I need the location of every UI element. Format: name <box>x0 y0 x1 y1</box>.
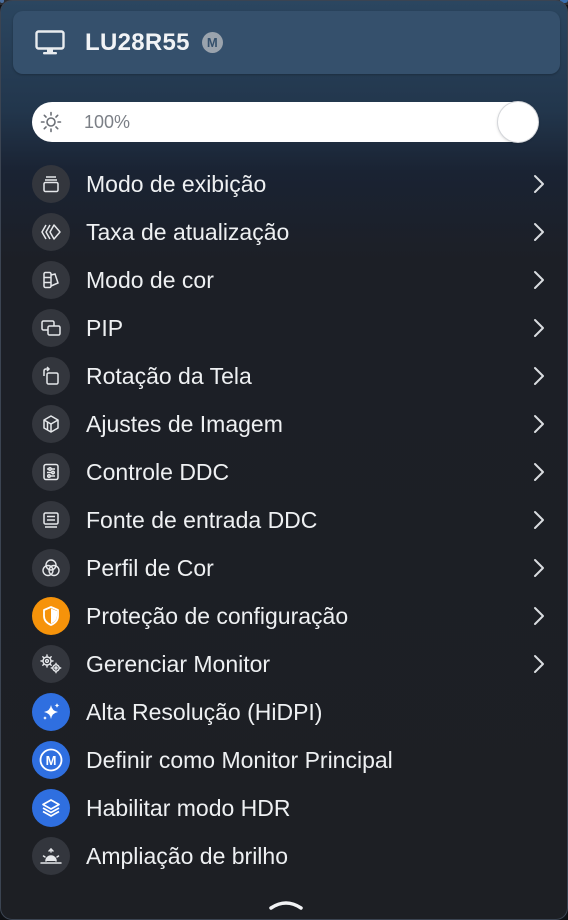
menu-item-label: Taxa de atualização <box>86 219 290 245</box>
chevron-right-icon <box>531 318 547 338</box>
pip-icon <box>32 309 70 347</box>
menu-item-ddc-control[interactable]: Controle DDC <box>1 448 567 496</box>
chevron-right-icon <box>531 366 547 386</box>
color-mode-icon <box>32 261 70 299</box>
chevron-right-icon <box>531 222 547 242</box>
menu-item-screen-rotation[interactable]: Rotação da Tela <box>1 352 567 400</box>
menu-item-pip[interactable]: PIP <box>1 304 567 352</box>
chevron-right-icon <box>531 510 547 530</box>
chevron-right-icon <box>531 414 547 434</box>
ddc-control-icon <box>32 453 70 491</box>
menu-item-set-main-monitor[interactable]: M Definir como Monitor Principal <box>1 736 567 784</box>
chevron-right-icon <box>531 654 547 674</box>
menu-item-brightness-boost[interactable]: Ampliação de brilho <box>1 832 567 880</box>
sparkle-icon <box>32 693 70 731</box>
monitor-icon <box>35 29 65 56</box>
menu-item-label: Ampliação de brilho <box>86 843 289 869</box>
menu-item-image-adjustments[interactable]: Ajustes de Imagem <box>1 400 567 448</box>
menu-item-label: Fonte de entrada DDC <box>86 507 318 533</box>
display-header[interactable]: LU28R55 M <box>13 11 560 74</box>
menu-item-label: Modo de exibição <box>86 171 267 197</box>
slider-knob[interactable] <box>498 102 538 142</box>
sunrise-icon <box>32 837 70 875</box>
menu-item-ddc-input-source[interactable]: Fonte de entrada DDC <box>1 496 567 544</box>
main-display-badge: M <box>201 32 223 53</box>
input-source-icon <box>32 501 70 539</box>
display-name: LU28R55 <box>85 28 190 56</box>
chevron-right-icon <box>531 462 547 482</box>
menu-item-label: Perfil de Cor <box>86 555 214 581</box>
main-monitor-icon: M <box>32 741 70 779</box>
menu-item-enable-hdr[interactable]: Habilitar modo HDR <box>1 784 567 832</box>
menu-item-hidpi[interactable]: Alta Resolução (HiDPI) <box>1 688 567 736</box>
menu-item-color-profile[interactable]: Perfil de Cor <box>1 544 567 592</box>
sun-icon <box>40 111 62 133</box>
layers-icon <box>32 789 70 827</box>
brightness-slider[interactable]: 100% <box>32 102 538 142</box>
chevron-right-icon <box>531 270 547 290</box>
menu-item-label: PIP <box>86 315 124 341</box>
chevron-right-icon <box>531 174 547 194</box>
menu-item-refresh-rate[interactable]: Taxa de atualização <box>1 208 567 256</box>
brightness-value: 100% <box>84 112 131 132</box>
menu-item-manage-monitor[interactable]: Gerenciar Monitor <box>1 640 567 688</box>
menu-item-display-mode[interactable]: Modo de exibição <box>1 160 567 208</box>
menu-item-label: Rotação da Tela <box>86 363 252 389</box>
menu-item-label: Proteção de configuração <box>86 603 349 629</box>
refresh-rate-icon <box>32 213 70 251</box>
chevron-up-icon[interactable] <box>267 896 305 912</box>
menu-item-label: Alta Resolução (HiDPI) <box>86 699 323 725</box>
shield-icon <box>32 597 70 635</box>
menu-item-label: Definir como Monitor Principal <box>86 747 393 773</box>
display-mode-icon <box>32 165 70 203</box>
menu-item-label: Gerenciar Monitor <box>86 651 271 677</box>
image-adjust-icon <box>32 405 70 443</box>
gears-icon <box>32 645 70 683</box>
menu-item-label: Habilitar modo HDR <box>86 795 291 821</box>
color-profile-icon <box>32 549 70 587</box>
chevron-right-icon <box>531 558 547 578</box>
rotate-icon <box>32 357 70 395</box>
menu-item-color-mode[interactable]: Modo de cor <box>1 256 567 304</box>
menu-item-label: Ajustes de Imagem <box>86 411 283 437</box>
svg-text:M: M <box>46 753 57 768</box>
menu-item-label: Controle DDC <box>86 459 230 485</box>
display-menu-panel: LU28R55 M 100% Modo de exibição Taxa de … <box>0 0 568 920</box>
chevron-right-icon <box>531 606 547 626</box>
menu-item-label: Modo de cor <box>86 267 214 293</box>
menu-item-config-protection[interactable]: Proteção de configuração <box>1 592 567 640</box>
